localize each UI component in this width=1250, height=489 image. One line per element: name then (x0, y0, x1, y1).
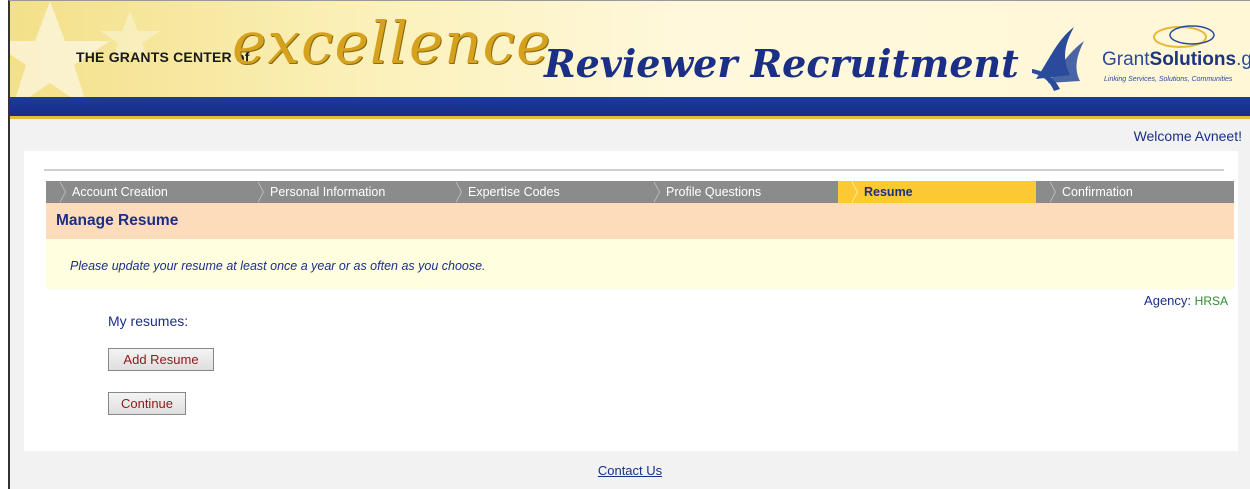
brand-prefix: THE GRANTS CENTER of (76, 49, 250, 65)
step-resume: Resume (838, 181, 1036, 203)
add-resume-button[interactable]: Add Resume (108, 348, 214, 371)
app-title: Reviewer Recruitment (544, 41, 1019, 86)
my-resumes-label: My resumes: (108, 313, 189, 329)
header-banner: THE GRANTS CENTER of excellence Reviewer… (10, 1, 1250, 119)
main-content: Account Creation Personal Information Ex… (24, 151, 1238, 451)
step-expertise-codes: Expertise Codes (442, 181, 640, 203)
agency-info: Agency: HRSA (1144, 293, 1228, 308)
page-frame: THE GRANTS CENTER of excellence Reviewer… (8, 0, 1250, 489)
step-personal-information: Personal Information (244, 181, 442, 203)
agency-value: HRSA (1194, 294, 1228, 308)
continue-button[interactable]: Continue (108, 392, 186, 415)
logo-tagline: Linking Services, Solutions, Communities (1104, 76, 1233, 83)
banner-band (10, 97, 1250, 119)
notice-message: Please update your resume at least once … (46, 239, 1234, 289)
logo-wordmark: GrantSolutions.gov (1102, 49, 1250, 70)
step-profile-questions: Profile Questions (640, 181, 838, 203)
welcome-message: Welcome Avneet! (1133, 128, 1242, 144)
contact-us-link[interactable]: Contact Us (598, 463, 662, 478)
brand-wordmark: excellence (232, 9, 552, 77)
agency-label: Agency: (1144, 293, 1192, 308)
progress-steps: Account Creation Personal Information Ex… (46, 181, 1234, 203)
footer: Contact Us (10, 463, 1250, 478)
divider (44, 169, 1224, 171)
step-confirmation: Confirmation (1036, 181, 1234, 203)
section-title: Manage Resume (46, 203, 1234, 239)
step-account-creation: Account Creation (46, 181, 244, 203)
